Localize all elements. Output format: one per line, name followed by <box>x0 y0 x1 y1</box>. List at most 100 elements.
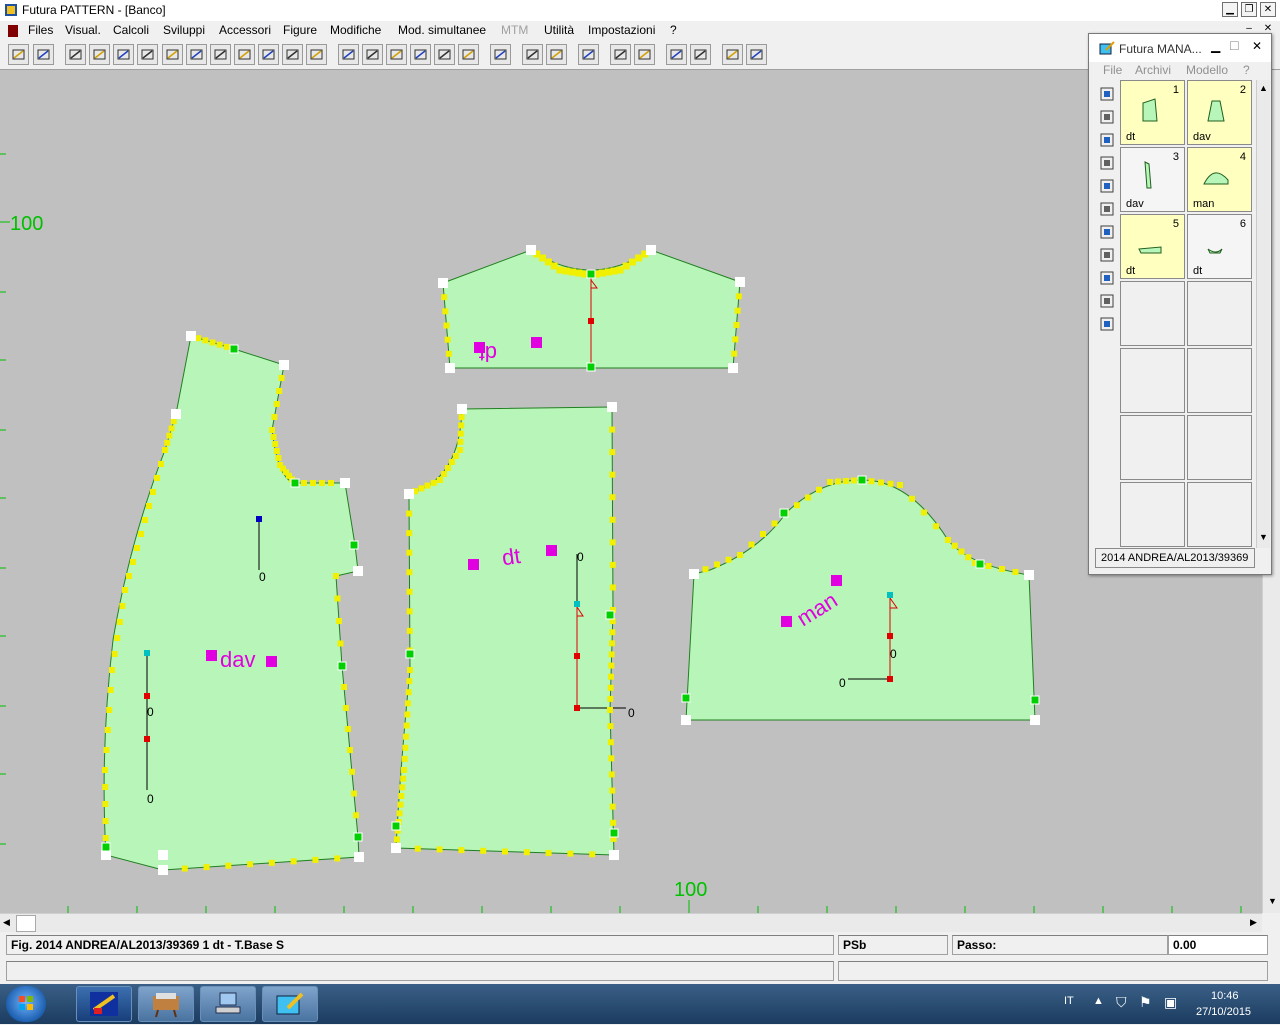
manager-minimize-button[interactable]: ▁ <box>1211 39 1220 53</box>
binoculars-icon[interactable] <box>1099 132 1115 148</box>
network-status-icon[interactable]: ▣ <box>1164 994 1177 1011</box>
piece-man[interactable]: man <box>685 479 1036 721</box>
measure-button[interactable] <box>546 44 567 65</box>
ruler-diagonal-button[interactable] <box>746 44 767 65</box>
manager-menu-modello[interactable]: Modello <box>1186 63 1228 77</box>
menu-visual[interactable]: Visual. <box>65 23 101 37</box>
target-icon[interactable] <box>1099 270 1115 286</box>
zoom-button[interactable] <box>137 44 158 65</box>
piece-button[interactable] <box>210 44 231 65</box>
scroll-down-icon[interactable]: ▼ <box>1268 896 1277 906</box>
copy-icon[interactable] <box>1099 178 1115 194</box>
manager-scroll-up-icon[interactable]: ▲ <box>1259 83 1268 93</box>
line-button[interactable] <box>362 44 383 65</box>
iron-icon[interactable] <box>1099 293 1115 309</box>
close-button[interactable]: ✕ <box>1260 2 1276 17</box>
save-button[interactable] <box>33 44 54 65</box>
manager-cell[interactable] <box>1187 348 1252 413</box>
piece-sew-button[interactable] <box>234 44 255 65</box>
manager-cell[interactable] <box>1187 415 1252 480</box>
scroll-left-icon[interactable]: ◀ <box>3 917 10 928</box>
figure-icon[interactable] <box>1099 316 1115 332</box>
manager-scrollbar[interactable]: ▲ ▼ <box>1256 80 1270 548</box>
menu-impostazioni[interactable]: Impostazioni <box>588 23 655 37</box>
circle-button[interactable] <box>410 44 431 65</box>
manager-cell[interactable] <box>1120 482 1185 547</box>
manager-cell[interactable] <box>1120 281 1185 346</box>
insert-point-button[interactable] <box>186 44 207 65</box>
manager-cell[interactable] <box>1187 482 1252 547</box>
move-point-button[interactable] <box>162 44 183 65</box>
horizontal-scrollbar[interactable]: ◀ ▶ <box>0 913 1262 932</box>
menu-figure[interactable]: Figure <box>283 23 317 37</box>
scroll-right-icon[interactable]: ▶ <box>1250 917 1257 928</box>
ruler-h-button[interactable] <box>690 44 711 65</box>
manager-cell[interactable] <box>1120 348 1185 413</box>
ruler-size-button[interactable] <box>722 44 743 65</box>
menu-utilita[interactable]: Utilità <box>544 23 574 37</box>
print-icon[interactable] <box>1099 201 1115 217</box>
grade-button[interactable] <box>610 44 631 65</box>
piece-dav[interactable]: dav <box>103 335 360 871</box>
select-button[interactable] <box>65 44 86 65</box>
language-indicator[interactable]: IT <box>1064 995 1074 1007</box>
clock-time[interactable]: 10:46 <box>1211 990 1239 1002</box>
undo-button[interactable] <box>490 44 511 65</box>
layout-icon[interactable] <box>1099 247 1115 263</box>
menu-accessori[interactable]: Accessori <box>219 23 271 37</box>
piece-dt-back[interactable]: dt <box>395 406 615 856</box>
manager-close-button[interactable]: ✕ <box>1252 39 1262 53</box>
tape-button[interactable] <box>634 44 655 65</box>
security-shield-icon[interactable]: ⛉ <box>1116 994 1127 1011</box>
clock-date[interactable]: 27/10/2015 <box>1196 1006 1251 1018</box>
taskbar-network[interactable] <box>200 986 256 1022</box>
action-center-icon[interactable]: ⚑ <box>1139 994 1152 1011</box>
export-icon[interactable] <box>1099 224 1115 240</box>
ellipse-button[interactable] <box>434 44 455 65</box>
drawing-canvas[interactable]: 100 100 dav dt dt man 0 0 0 0 0 0 0 <box>0 70 1262 913</box>
menu-files[interactable]: Files <box>28 23 53 37</box>
step-input[interactable]: 0.00 <box>1168 935 1268 955</box>
menu-calcoli[interactable]: Calcoli <box>113 23 149 37</box>
manager-cell[interactable]: 3 dav <box>1120 147 1185 212</box>
taskbar-plotter[interactable] <box>138 986 194 1022</box>
manager-menu-help[interactable]: ? <box>1243 63 1250 77</box>
manager-cell[interactable]: 6 dt <box>1187 214 1252 279</box>
grid-button[interactable] <box>282 44 303 65</box>
manager-menu-file[interactable]: File <box>1103 63 1122 77</box>
minimize-button[interactable]: ▁ <box>1222 2 1238 17</box>
manager-cell[interactable]: 4 man <box>1187 147 1252 212</box>
menu-sviluppi[interactable]: Sviluppi <box>163 23 205 37</box>
manager-cell[interactable]: 5 dt <box>1120 214 1185 279</box>
manager-cell[interactable] <box>1187 281 1252 346</box>
restore-button[interactable]: ❐ <box>1241 2 1257 17</box>
hanger-icon[interactable] <box>1099 155 1115 171</box>
pencil-button[interactable] <box>338 44 359 65</box>
tray-expand-icon[interactable]: ▲ <box>1093 995 1104 1007</box>
search-doc-icon[interactable] <box>1099 109 1115 125</box>
menu-help[interactable]: ? <box>670 23 677 37</box>
manager-scroll-down-icon[interactable]: ▼ <box>1259 532 1268 542</box>
piece-cut-button[interactable] <box>258 44 279 65</box>
pattern-drawing[interactable]: 100 100 dav dt dt man 0 0 0 0 0 0 0 <box>0 70 1262 913</box>
start-button[interactable] <box>6 986 46 1022</box>
menu-modifiche[interactable]: Modifiche <box>330 23 381 37</box>
manager-cell[interactable] <box>1120 415 1185 480</box>
manager-cell[interactable]: 1 dt <box>1120 80 1185 145</box>
manager-maximize-button[interactable]: ☐ <box>1229 39 1240 53</box>
mirror-button[interactable] <box>578 44 599 65</box>
rotate-button[interactable] <box>666 44 687 65</box>
taskbar-manager[interactable] <box>262 986 318 1022</box>
manager-cell[interactable]: 2 dav <box>1187 80 1252 145</box>
menu-mtm[interactable]: MTM <box>501 23 528 37</box>
redo-button[interactable] <box>522 44 543 65</box>
document-menu-icon[interactable] <box>8 25 18 37</box>
menu-mod-simultanee[interactable]: Mod. simultanee <box>398 23 486 37</box>
new-doc-icon[interactable] <box>1099 86 1115 102</box>
horizontal-scroll-thumb[interactable] <box>16 915 36 932</box>
taskbar-futura-pattern[interactable] <box>76 986 132 1022</box>
manager-menu-archivi[interactable]: Archivi <box>1135 63 1171 77</box>
dart-button[interactable] <box>306 44 327 65</box>
open-folder-button[interactable] <box>8 44 29 65</box>
zoom-fit-button[interactable] <box>113 44 134 65</box>
